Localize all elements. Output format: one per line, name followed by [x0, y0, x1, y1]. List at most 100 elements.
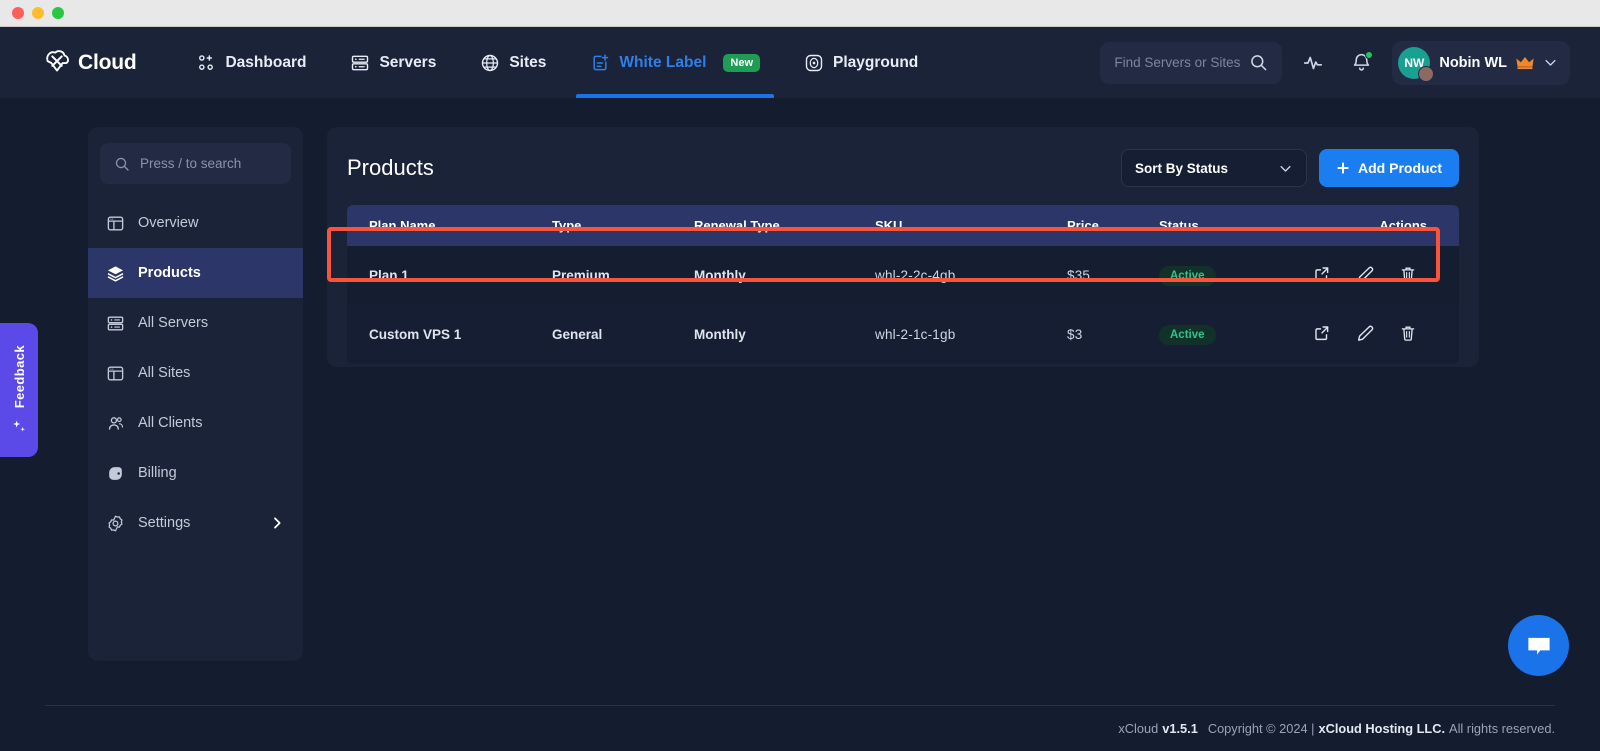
- sidebar-item-overview[interactable]: Overview: [88, 198, 303, 248]
- panel-header: Products Sort By Status Add Product: [347, 149, 1459, 187]
- delete-icon[interactable]: [1399, 324, 1417, 345]
- sidebar-item-settings[interactable]: Settings: [88, 498, 303, 548]
- products-panel: Products Sort By Status Add Product: [327, 127, 1479, 367]
- sidebar-label-billing: Billing: [138, 465, 177, 481]
- delete-icon[interactable]: [1399, 265, 1417, 286]
- nav-label-dashboard: Dashboard: [225, 54, 306, 72]
- sort-by-status-dropdown[interactable]: Sort By Status: [1121, 149, 1307, 187]
- nav-item-dashboard[interactable]: Dashboard: [174, 27, 328, 98]
- globe-icon: [480, 53, 500, 73]
- brand-name: Cloud: [78, 51, 136, 75]
- column-header-renewal-type[interactable]: Renewal Type: [694, 205, 875, 246]
- servers-icon: [106, 314, 125, 333]
- sidebar-item-all-clients[interactable]: All Clients: [88, 398, 303, 448]
- cell-type: Premium: [552, 246, 694, 305]
- footer-rights: All rights reserved.: [1449, 721, 1555, 736]
- status-badge: Active: [1159, 266, 1216, 286]
- row-actions: [1289, 265, 1427, 286]
- sidebar-item-all-sites[interactable]: All Sites: [88, 348, 303, 398]
- edit-icon[interactable]: [1356, 265, 1374, 286]
- sidebar-label-overview: Overview: [138, 215, 198, 231]
- cell-status: Active: [1159, 305, 1289, 364]
- avatar: NW: [1398, 47, 1430, 79]
- global-search-box[interactable]: Find Servers or Sites: [1100, 42, 1282, 84]
- user-menu-button[interactable]: NW Nobin WL: [1392, 41, 1570, 85]
- sort-dropdown-label: Sort By Status: [1135, 161, 1228, 176]
- search-icon: [114, 156, 130, 172]
- footer-company[interactable]: xCloud Hosting LLC.: [1318, 721, 1445, 736]
- column-header-type[interactable]: Type: [552, 205, 694, 246]
- nav-right-group: Find Servers or Sites: [1100, 41, 1570, 85]
- status-badge: Active: [1159, 325, 1216, 345]
- gear-icon: [106, 514, 125, 533]
- notifications-button[interactable]: [1344, 46, 1378, 80]
- window-zoom-button[interactable]: [52, 7, 64, 19]
- cell-sku: whl-2-2c-4gb: [875, 246, 1067, 305]
- page-body: Press / to search Overview Products: [0, 98, 1600, 661]
- open-external-icon[interactable]: [1313, 265, 1331, 286]
- chevron-down-icon: [1543, 55, 1558, 70]
- activity-pulse-icon: [1302, 52, 1324, 74]
- nav-label-playground: Playground: [833, 54, 918, 72]
- top-navigation-bar: Cloud Dashboard Servers: [0, 27, 1600, 98]
- crown-icon: [1516, 56, 1534, 70]
- column-header-plan-name[interactable]: Plan Name: [347, 205, 552, 246]
- table-head: Plan Name Type Renewal Type SKU Price St…: [347, 205, 1459, 246]
- search-icon[interactable]: [1249, 53, 1268, 72]
- column-header-status[interactable]: Status: [1159, 205, 1289, 246]
- brand-logo-group[interactable]: Cloud: [42, 48, 136, 78]
- sidebar-search-input[interactable]: Press / to search: [100, 143, 291, 184]
- cell-type: General: [552, 305, 694, 364]
- layout-icon: [106, 364, 125, 383]
- cell-plan-name: Custom VPS 1: [347, 305, 552, 364]
- add-product-button[interactable]: Add Product: [1319, 149, 1459, 187]
- row-actions: [1289, 324, 1427, 345]
- chat-bubble-icon: [1524, 631, 1554, 661]
- cell-renewal-type: Monthly: [694, 246, 875, 305]
- window-minimize-button[interactable]: [32, 7, 44, 19]
- users-icon: [106, 414, 125, 433]
- panel-controls: Sort By Status Add Product: [1121, 149, 1459, 187]
- cell-actions: [1289, 305, 1459, 364]
- edit-icon[interactable]: [1356, 324, 1374, 345]
- nav-item-playground[interactable]: Playground: [782, 27, 940, 98]
- nav-item-white-label[interactable]: White Label New: [568, 27, 782, 98]
- nav-item-sites[interactable]: Sites: [458, 27, 568, 98]
- column-header-actions: Actions: [1289, 205, 1459, 246]
- sidebar: Press / to search Overview Products: [88, 127, 303, 661]
- column-header-sku[interactable]: SKU: [875, 205, 1067, 246]
- add-product-label: Add Product: [1358, 160, 1442, 176]
- chat-support-button[interactable]: [1508, 615, 1569, 676]
- nav-badge-new: New: [723, 54, 760, 72]
- table-row[interactable]: Custom VPS 1 General Monthly whl-2-1c-1g…: [347, 305, 1459, 364]
- sidebar-label-products: Products: [138, 265, 201, 281]
- activity-button[interactable]: [1296, 46, 1330, 80]
- nav-label-servers: Servers: [379, 54, 436, 72]
- cell-price: $35: [1067, 246, 1159, 305]
- sidebar-item-products[interactable]: Products: [88, 248, 303, 298]
- window-close-button[interactable]: [12, 7, 24, 19]
- layout-icon: [106, 214, 125, 233]
- white-label-icon: [590, 53, 610, 73]
- cell-price: $3: [1067, 305, 1159, 364]
- sidebar-label-all-sites: All Sites: [138, 365, 190, 381]
- playground-icon: [804, 53, 824, 73]
- main-nav-items: Dashboard Servers Sites: [174, 27, 940, 98]
- chevron-right-icon[interactable]: [269, 515, 285, 531]
- app-shell: Cloud Dashboard Servers: [0, 27, 1600, 751]
- footer-version: v1.5.1: [1162, 721, 1198, 736]
- browser-titlebar: [0, 0, 1600, 27]
- avatar-secondary-badge: [1418, 66, 1434, 82]
- chevron-down-icon: [1278, 161, 1293, 176]
- sidebar-label-all-servers: All Servers: [138, 315, 208, 331]
- sidebar-item-billing[interactable]: Billing: [88, 448, 303, 498]
- open-external-icon[interactable]: [1313, 324, 1331, 345]
- sidebar-item-all-servers[interactable]: All Servers: [88, 298, 303, 348]
- nav-item-servers[interactable]: Servers: [328, 27, 458, 98]
- nav-label-sites: Sites: [509, 54, 546, 72]
- column-header-price[interactable]: Price: [1067, 205, 1159, 246]
- table-row[interactable]: Plan 1 Premium Monthly whl-2-2c-4gb $35 …: [347, 246, 1459, 305]
- cell-sku: whl-2-1c-1gb: [875, 305, 1067, 364]
- page-title: Products: [347, 155, 434, 181]
- feedback-tab[interactable]: Feedback: [0, 323, 38, 457]
